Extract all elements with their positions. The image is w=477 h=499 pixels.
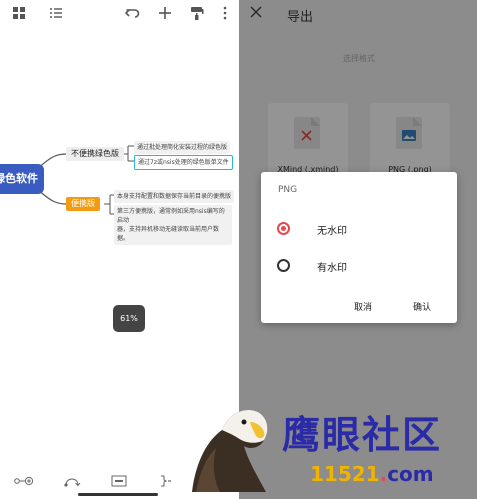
add-child-icon[interactable] <box>14 475 34 490</box>
cancel-button[interactable]: 取消 <box>354 300 372 313</box>
leaf-topic-selected[interactable]: 通过7z或nsis处理的绿色版单文件 <box>134 155 233 170</box>
zoom-level-badge: 61% <box>113 305 145 332</box>
watermark-url-tld: com <box>387 462 434 486</box>
watermark-title: 鹰眼社区 <box>282 412 443 457</box>
screen: 绿色软件 不便携绿色版 通过批处理简化安装过程的绿色版 通过7z或nsis处理的… <box>0 0 477 499</box>
radio-with-watermark[interactable] <box>277 259 290 272</box>
home-indicator <box>78 493 158 496</box>
dialog-title: PNG <box>278 185 298 195</box>
page-title: 导出 <box>287 10 314 25</box>
png-export-dialog: PNG 无水印 有水印 取消 确认 <box>261 172 457 323</box>
branch-topic-non-portable[interactable]: 不便携绿色版 <box>66 147 124 161</box>
option-label[interactable]: 有水印 <box>317 259 347 274</box>
watermark-url: 11521.com <box>310 462 434 486</box>
connect-icon[interactable] <box>63 475 81 490</box>
radio-no-watermark[interactable] <box>277 222 290 235</box>
confirm-button[interactable]: 确认 <box>413 300 431 313</box>
watermark-url-number: 11521 <box>310 462 380 486</box>
summary-icon[interactable] <box>111 475 127 490</box>
leaf-topic[interactable]: 本身支持配置和数据保存当前目录的便携版 <box>114 190 235 203</box>
close-icon[interactable] <box>250 4 262 22</box>
branch-topic-portable[interactable]: 便携版 <box>66 197 100 211</box>
eagle-logo-icon <box>186 400 278 492</box>
leaf-line: 第三方便携版，通常例如采用nsis编写的启动 <box>117 208 225 224</box>
option-label[interactable]: 无水印 <box>317 222 347 237</box>
bracket-icon[interactable] <box>158 475 172 490</box>
leaf-topic[interactable]: 通过批处理简化安装过程的绿色版 <box>134 141 231 154</box>
section-subtitle: 选择格式 <box>343 54 375 63</box>
root-topic[interactable]: 绿色软件 <box>0 164 44 194</box>
leaf-line: 器，支持异机移动无缝读取当前用户数据。 <box>117 226 220 242</box>
leaf-topic-multiline[interactable]: 第三方便携版，通常例如采用nsis编写的启动 器，支持异机移动无缝读取当前用户数… <box>114 205 232 245</box>
